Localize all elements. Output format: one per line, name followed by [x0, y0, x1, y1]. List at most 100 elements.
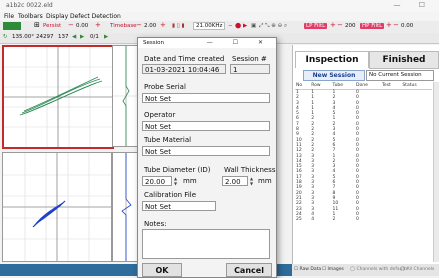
angle-a[interactable]: 135.00° [12, 34, 34, 40]
wall-unit: mm [258, 177, 272, 185]
notes-textarea[interactable] [142, 229, 270, 259]
page-indicator: 0/1 [90, 34, 99, 40]
frequency-select[interactable]: 21.00KHz [193, 22, 226, 30]
rotate-icon[interactable]: ↻ [3, 34, 8, 40]
timebase-label: Timebase [110, 23, 137, 29]
persist-minus-icon[interactable]: − [68, 21, 74, 29]
diameter-unit: mm [183, 177, 197, 185]
operator-label: Operator [144, 111, 176, 119]
operator-input[interactable]: Not Set [142, 121, 270, 131]
persist-value[interactable]: 0.00 [76, 23, 88, 29]
images-checkbox[interactable]: ☐ Images [322, 267, 344, 272]
strip-chart-1[interactable] [112, 45, 140, 147]
timebase-minus-icon[interactable]: − [136, 21, 142, 29]
inspection-panel: Inspection Plan Finished New Session No … [292, 45, 439, 264]
ok-button[interactable]: OK [142, 263, 182, 277]
column-header[interactable]: Test [380, 82, 402, 90]
filter-icons[interactable]: ▮ ▯ ▮ [172, 23, 185, 29]
tube-diameter-label: Tube Diameter (ID) [144, 166, 211, 174]
strip-chart-2-canvas [121, 153, 132, 261]
angle-c[interactable]: 137 [58, 34, 69, 40]
persist-label: Persist [43, 23, 62, 29]
tube-diameter-input[interactable]: 20.00 [142, 176, 172, 186]
lissajous-plot-2[interactable] [2, 152, 112, 262]
timebase-plus-icon[interactable]: + [160, 21, 166, 29]
zoom-icons[interactable]: ⤢ ⤡ ⊕ ⊖ ⌕ [259, 23, 287, 30]
session-dialog: Session — ☐ ✕ Date and Time created Sess… [137, 37, 277, 278]
strip-chart-1-canvas [113, 46, 139, 146]
strip-chart-2[interactable] [112, 152, 140, 262]
grid-icon[interactable]: ⊞ [34, 21, 40, 29]
calibration-file-label: Calibration File [144, 191, 197, 199]
date-label: Date and Time created [144, 55, 225, 63]
table-scrollbar[interactable] [433, 82, 439, 262]
record-icon[interactable] [3, 22, 21, 30]
dialog-titlebar: Session — ☐ ✕ [138, 38, 276, 48]
current-session-field: No Current Session [366, 70, 434, 81]
lp-plus-icon[interactable]: + [330, 21, 336, 29]
session-number-label: Session # [232, 55, 267, 63]
hp-minus-icon[interactable]: − [393, 21, 399, 29]
prev-icon[interactable]: ◀ [72, 34, 76, 40]
forward-icon[interactable]: ▶ [104, 34, 108, 40]
wall-spinner-icon[interactable]: ▲ ▼ [249, 176, 254, 186]
stop-icon[interactable]: ⬤ [235, 23, 241, 29]
wall-thickness-label: Wall Thickness [224, 166, 276, 174]
menu-bar: File Toolbars Display Defect Detection [0, 12, 439, 21]
all-channels-option[interactable]: ◯ All Channels [400, 267, 434, 272]
menu-defect-detection[interactable]: Defect Detection [70, 13, 121, 20]
lissajous-plot-1-canvas [4, 47, 112, 147]
hp-filter-label: HP FiltL [360, 23, 385, 29]
column-header[interactable]: Row [310, 82, 332, 90]
table-cell: 25 [296, 217, 302, 223]
lp-minus-icon[interactable]: − [337, 21, 343, 29]
column-header[interactable]: No [295, 82, 311, 90]
date-created-field: 01-03-2021 10:04:46 [142, 64, 226, 74]
lissajous-plot-1[interactable] [2, 45, 114, 149]
diameter-spinner-icon[interactable]: ▲ ▼ [173, 176, 178, 186]
menu-toolbars[interactable]: Toolbars [18, 13, 43, 20]
lp-filter-value[interactable]: 200 [345, 23, 356, 29]
window-controls[interactable]: — ☐ [393, 1, 433, 9]
hp-filter-value[interactable]: 0.00 [401, 23, 413, 29]
freq-minus-icon[interactable]: − [228, 23, 233, 29]
lp-filter-label: LP FiltL [304, 23, 328, 29]
lissajous-plot-2-canvas [3, 153, 111, 261]
camera-icon[interactable]: ▣ [251, 23, 256, 29]
dialog-window-controls[interactable]: — ☐ ✕ [207, 39, 272, 46]
menu-display[interactable]: Display [46, 13, 68, 20]
images-label: Images [327, 267, 344, 272]
inspection-table: No Row Tube Done Test Status 11102120313… [295, 82, 432, 222]
probe-serial-input[interactable]: Not Set [142, 93, 270, 103]
panel-footer: ☐ Raw Data ☐ Images ◯ Channels with defa… [292, 264, 439, 276]
menu-file[interactable]: File [4, 13, 14, 20]
raw-data-label: Raw Data [299, 267, 322, 272]
persist-plus-icon[interactable]: + [95, 21, 101, 29]
next-icon[interactable]: ▶ [80, 34, 84, 40]
notes-label: Notes: [144, 220, 167, 228]
tube-material-label: Tube Material [144, 136, 192, 144]
table-cell: 2 [332, 217, 336, 223]
table-cell: 0 [356, 217, 359, 223]
cancel-button[interactable]: Cancel [226, 263, 272, 277]
tab-inspection-plan[interactable]: Inspection Plan [295, 51, 369, 81]
column-header[interactable]: Done [355, 82, 381, 90]
raw-data-checkbox[interactable]: ☐ Raw Data [294, 267, 321, 272]
wall-thickness-input[interactable]: 2.00 [222, 176, 248, 186]
dialog-title: Session [143, 40, 164, 46]
window-title: a1b2c 0022.eld [6, 2, 53, 9]
table-row[interactable]: 25 4 2 0 [295, 217, 432, 222]
angle-b[interactable]: 24297 [36, 34, 54, 40]
play-icon[interactable]: ▶ [243, 23, 247, 29]
table-header: No Row Tube Done Test Status [295, 82, 432, 90]
session-number-field: 1 [230, 64, 270, 74]
calibration-file-input[interactable]: Not Set [142, 201, 216, 211]
tab-finished[interactable]: Finished [369, 51, 439, 69]
probe-serial-label: Probe Serial [144, 83, 186, 91]
column-header[interactable]: Status [401, 82, 432, 90]
new-session-button[interactable]: New Session [303, 70, 365, 81]
hp-plus-icon[interactable]: + [386, 21, 392, 29]
timebase-value[interactable]: 2.00 [144, 23, 156, 29]
column-header[interactable]: Tube [331, 82, 356, 90]
tube-material-input[interactable]: Not Set [142, 146, 270, 156]
